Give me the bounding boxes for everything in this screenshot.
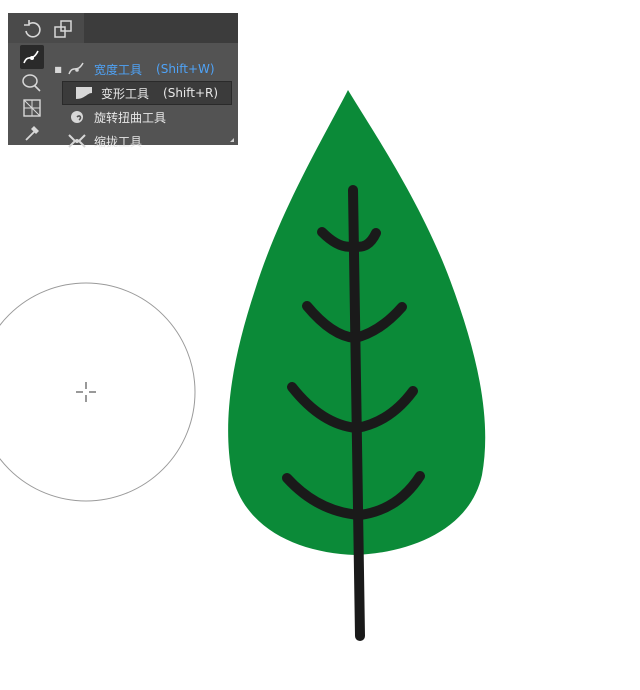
perspective-grid-tool-icon[interactable] (20, 96, 44, 120)
width-tool-icon (66, 60, 88, 78)
warp-tool-icon (73, 84, 95, 102)
width-tool-icon[interactable] (20, 45, 44, 69)
tools-panel-top-strip (8, 13, 238, 43)
brush-size-circle (0, 282, 196, 502)
scale-tool-icon[interactable] (52, 17, 76, 41)
flyout-item-shortcut: (Shift+W) (156, 62, 215, 76)
flyout-corner-icon (230, 138, 234, 142)
flyout-item-warp-tool[interactable]: 变形工具 (Shift+R) (62, 81, 232, 105)
twirl-tool-icon (66, 108, 88, 126)
flyout-item-label: 宽度工具 (94, 62, 143, 77)
flyout-item-shortcut: (Shift+R) (163, 86, 219, 100)
tools-panel: ■ 宽度工具 (Shift+W) 变形工具 (Shift+R) 旋转扭曲工具 缩… (8, 13, 238, 149)
pucker-tool-icon (66, 132, 88, 150)
selected-bullet-icon: ■ (54, 64, 62, 74)
flyout-item-pucker-tool[interactable]: 缩拢工具 (54, 129, 236, 153)
flyout-item-label: 旋转扭曲工具 (94, 110, 167, 125)
flyout-item-width-tool[interactable]: ■ 宽度工具 (Shift+W) (54, 57, 236, 81)
shape-builder-tool-icon[interactable] (20, 71, 44, 95)
crosshair-cursor-icon (76, 382, 96, 402)
flyout-item-label: 变形工具 (101, 86, 150, 101)
rotate-tool-icon[interactable] (20, 17, 44, 41)
liquify-tools-flyout: ■ 宽度工具 (Shift+W) 变形工具 (Shift+R) 旋转扭曲工具 缩… (54, 57, 234, 153)
panel-dark-region (84, 13, 238, 43)
eyedropper-tool-icon[interactable] (20, 120, 44, 144)
leaf-stem (348, 185, 365, 641)
flyout-item-twirl-tool[interactable]: 旋转扭曲工具 (54, 105, 236, 129)
flyout-item-label: 缩拢工具 (94, 134, 143, 149)
